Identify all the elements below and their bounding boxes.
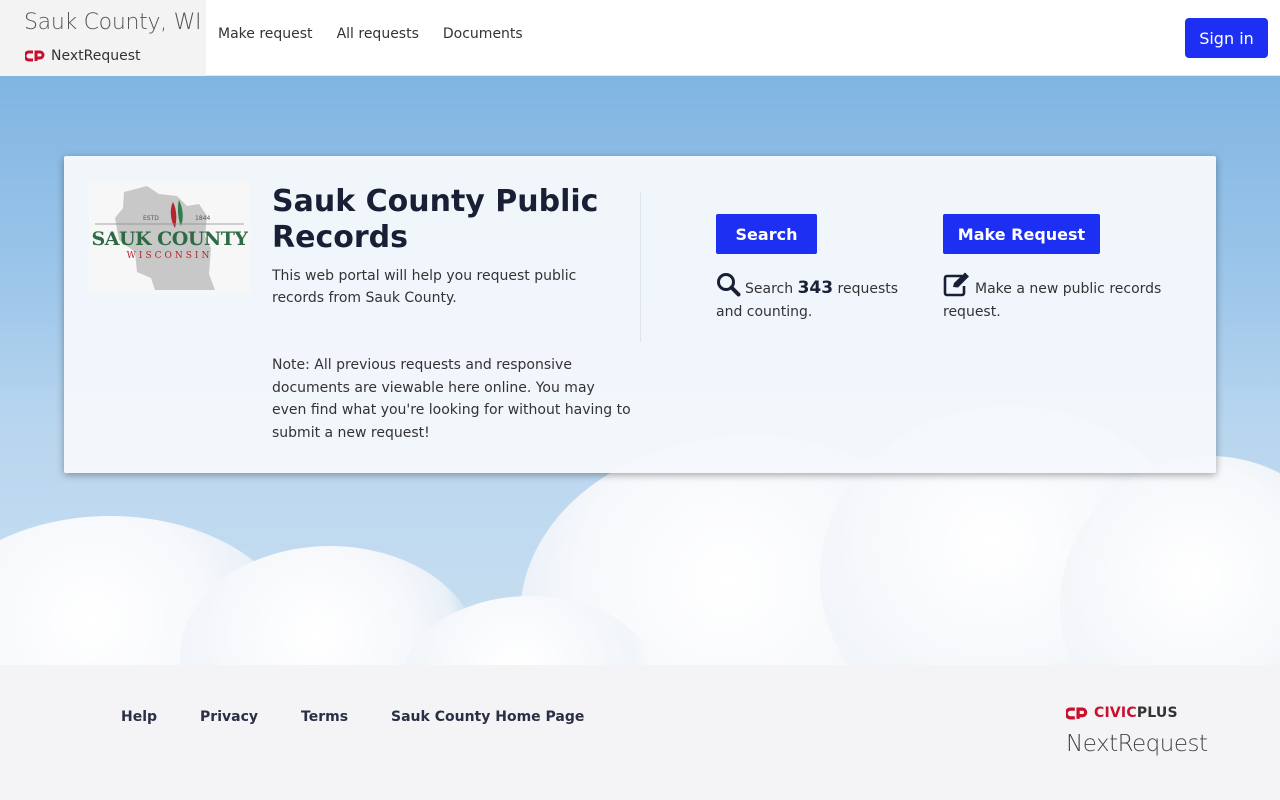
civicplus-logo-icon	[25, 50, 45, 62]
search-caption: Search 343 requests and counting.	[716, 272, 916, 324]
intro-description: This web portal will help you request pu…	[272, 268, 577, 306]
main-nav: Make request All requests Documents	[218, 26, 523, 42]
civicplus-logo: CIVICPLUS	[1066, 705, 1178, 721]
footer-link-privacy[interactable]: Privacy	[200, 709, 258, 725]
brand-title: Sauk County, WI	[24, 10, 202, 35]
logo-estd: ESTD	[143, 215, 159, 222]
civic-text: CIVIC	[1094, 705, 1137, 721]
footer-link-home-page[interactable]: Sauk County Home Page	[391, 709, 584, 725]
hero-background: ESTD 1844 SAUK COUNTY WISCONSIN Sauk Cou…	[0, 76, 1280, 665]
civicplus-logo-icon	[1066, 707, 1088, 719]
sign-in-button[interactable]: Sign in	[1185, 18, 1268, 58]
county-logo: ESTD 1844 SAUK COUNTY WISCONSIN	[89, 182, 250, 294]
footer-links: Help Privacy Terms Sauk County Home Page	[121, 709, 627, 725]
logo-year: 1844	[195, 215, 211, 222]
logo-state-name: WISCONSIN	[126, 251, 213, 261]
brand-subtitle: NextRequest	[25, 48, 140, 64]
nav-all-requests[interactable]: All requests	[337, 26, 419, 42]
page-title: Sauk County Public Records	[272, 184, 599, 255]
logo-county-name: SAUK COUNTY	[91, 228, 248, 250]
request-count: 343	[797, 278, 834, 298]
intro-note: Note: All previous requests and responsi…	[272, 357, 631, 441]
intro-card: ESTD 1844 SAUK COUNTY WISCONSIN Sauk Cou…	[64, 156, 1216, 473]
footer-link-terms[interactable]: Terms	[301, 709, 348, 725]
nav-documents[interactable]: Documents	[443, 26, 523, 42]
brand-subtitle-text: NextRequest	[51, 48, 141, 64]
brand-block[interactable]: Sauk County, WI NextRequest	[0, 0, 206, 76]
edit-icon	[943, 272, 969, 297]
search-caption-pre: Search	[745, 281, 794, 297]
footer-link-help[interactable]: Help	[121, 709, 157, 725]
make-request-caption: Make a new public records request.	[943, 272, 1173, 324]
search-button[interactable]: Search	[716, 214, 817, 254]
top-header: Sauk County, WI NextRequest Make request…	[0, 0, 1280, 76]
nav-make-request[interactable]: Make request	[218, 26, 313, 42]
footer: Help Privacy Terms Sauk County Home Page…	[0, 665, 1280, 800]
search-icon	[717, 273, 741, 297]
nextrequest-wordmark: NextRequest	[1066, 731, 1208, 757]
make-request-button[interactable]: Make Request	[943, 214, 1100, 254]
make-request-caption-text: Make a new public records request.	[943, 281, 1162, 320]
plus-text: PLUS	[1136, 705, 1178, 721]
card-divider	[640, 192, 641, 342]
